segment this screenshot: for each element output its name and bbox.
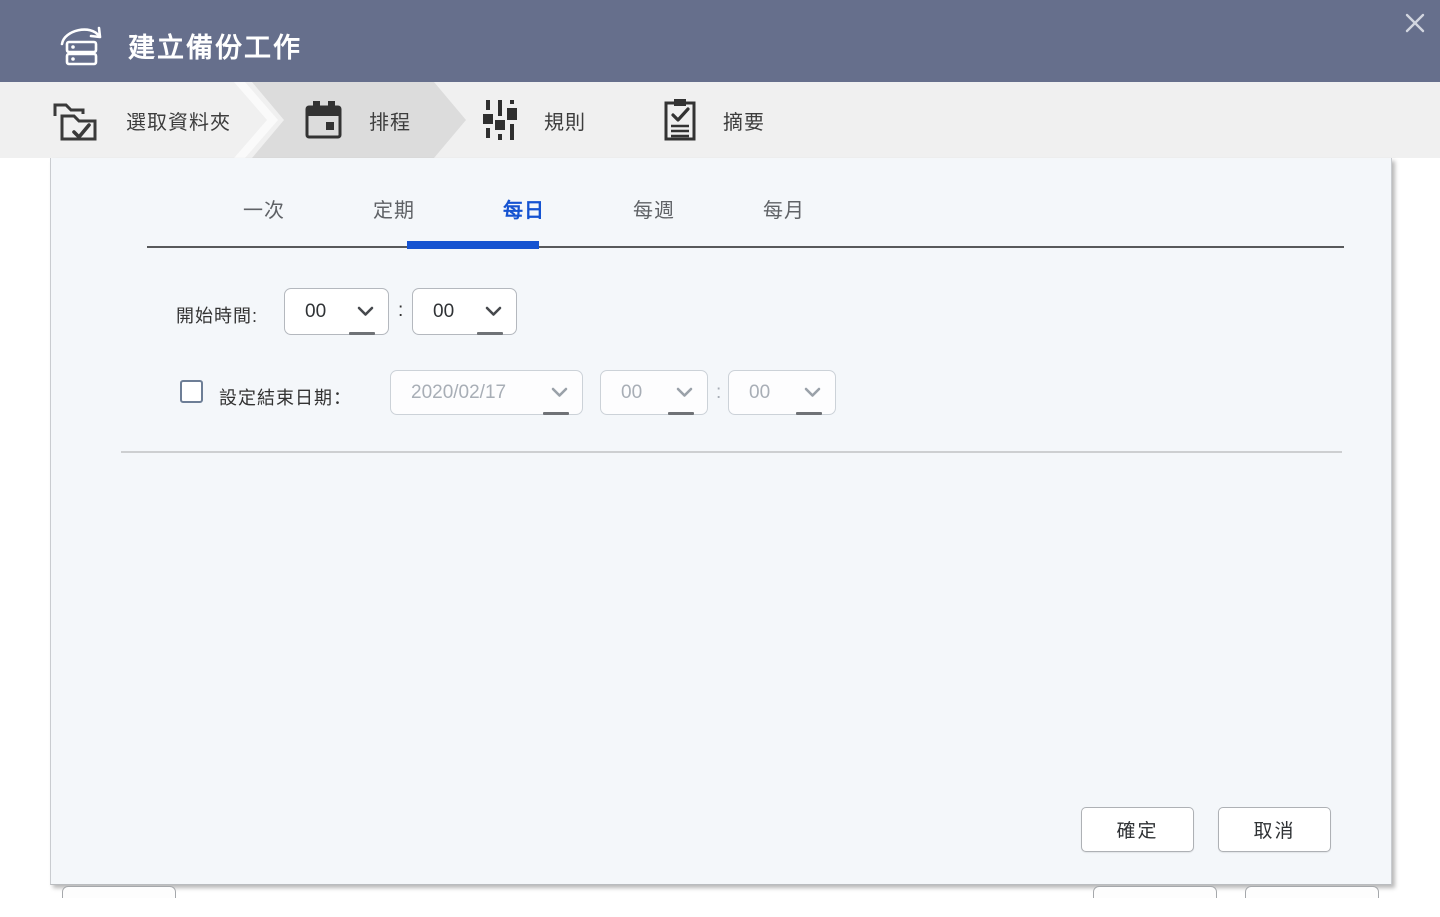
end-time-colon: : [716, 382, 722, 403]
section-divider [121, 451, 1342, 453]
step-rules[interactable]: 規則 [482, 82, 586, 158]
start-hour-value: 00 [305, 300, 327, 322]
end-minute-select[interactable]: 00 [728, 370, 836, 415]
step-schedule[interactable]: 排程 [303, 82, 411, 158]
end-date-select[interactable]: 2020/02/17 [390, 370, 583, 415]
start-minute-value: 00 [433, 300, 455, 322]
clipboard-check-icon [663, 98, 697, 142]
sliders-icon [482, 98, 518, 142]
step-label: 摘要 [723, 111, 765, 134]
chevron-down-icon [357, 301, 374, 323]
set-end-date-checkbox[interactable] [180, 380, 203, 403]
start-minute-select[interactable]: 00 [412, 288, 517, 335]
ok-button[interactable]: 確定 [1081, 807, 1194, 852]
schedule-panel: 一次 定期 每日 每週 每月 開始時間: 00 : 00 設定結束日期： 202… [50, 158, 1392, 885]
calendar-icon [303, 99, 343, 141]
dialog-title: 建立備份工作 [128, 33, 302, 63]
start-hour-select[interactable]: 00 [284, 288, 389, 335]
start-time-label: 開始時間: [176, 306, 259, 326]
step-select-folder[interactable]: 選取資料夾 [50, 82, 231, 158]
tab-active-indicator [407, 241, 539, 249]
background-dialog-button-partial [62, 886, 176, 898]
cancel-button[interactable]: 取消 [1218, 807, 1331, 852]
cancel-button-label: 取消 [1253, 821, 1296, 842]
chevron-down-icon [551, 382, 568, 404]
tab-label: 一次 [243, 200, 285, 222]
tab-monthly[interactable]: 每月 [719, 194, 849, 238]
chevron-down-icon [804, 382, 821, 404]
tab-label: 每日 [503, 200, 545, 222]
time-colon: : [398, 300, 404, 321]
tab-weekly[interactable]: 每週 [589, 194, 719, 238]
chevron-down-icon [676, 382, 693, 404]
tab-label: 每月 [763, 200, 805, 222]
ok-button-label: 確定 [1116, 821, 1159, 842]
end-hour-value: 00 [621, 381, 643, 403]
background-dialog-button-partial [1245, 886, 1379, 898]
wizard-step-bar: 選取資料夾 排程 規則 摘要 [0, 82, 1440, 158]
set-end-date-label: 設定結束日期： [219, 388, 352, 408]
end-hour-select[interactable]: 00 [600, 370, 708, 415]
close-icon[interactable] [1402, 10, 1428, 36]
tab-periodic[interactable]: 定期 [329, 194, 459, 238]
tab-label: 定期 [373, 200, 415, 222]
tab-label: 每週 [633, 200, 675, 222]
dialog-titlebar: 建立備份工作 [0, 0, 1440, 82]
folder-check-icon [50, 98, 100, 142]
end-date-value: 2020/02/17 [411, 381, 507, 403]
step-summary[interactable]: 摘要 [663, 82, 765, 158]
step-label: 選取資料夾 [126, 111, 231, 134]
tab-baseline [147, 246, 1344, 248]
tab-daily[interactable]: 每日 [459, 194, 589, 238]
backup-job-icon [55, 18, 107, 66]
background-dialog-button-partial [1093, 886, 1217, 898]
step-label: 排程 [369, 111, 411, 134]
chevron-down-icon [485, 301, 502, 323]
end-minute-value: 00 [749, 381, 771, 403]
tab-once[interactable]: 一次 [199, 194, 329, 238]
step-label: 規則 [544, 111, 586, 134]
